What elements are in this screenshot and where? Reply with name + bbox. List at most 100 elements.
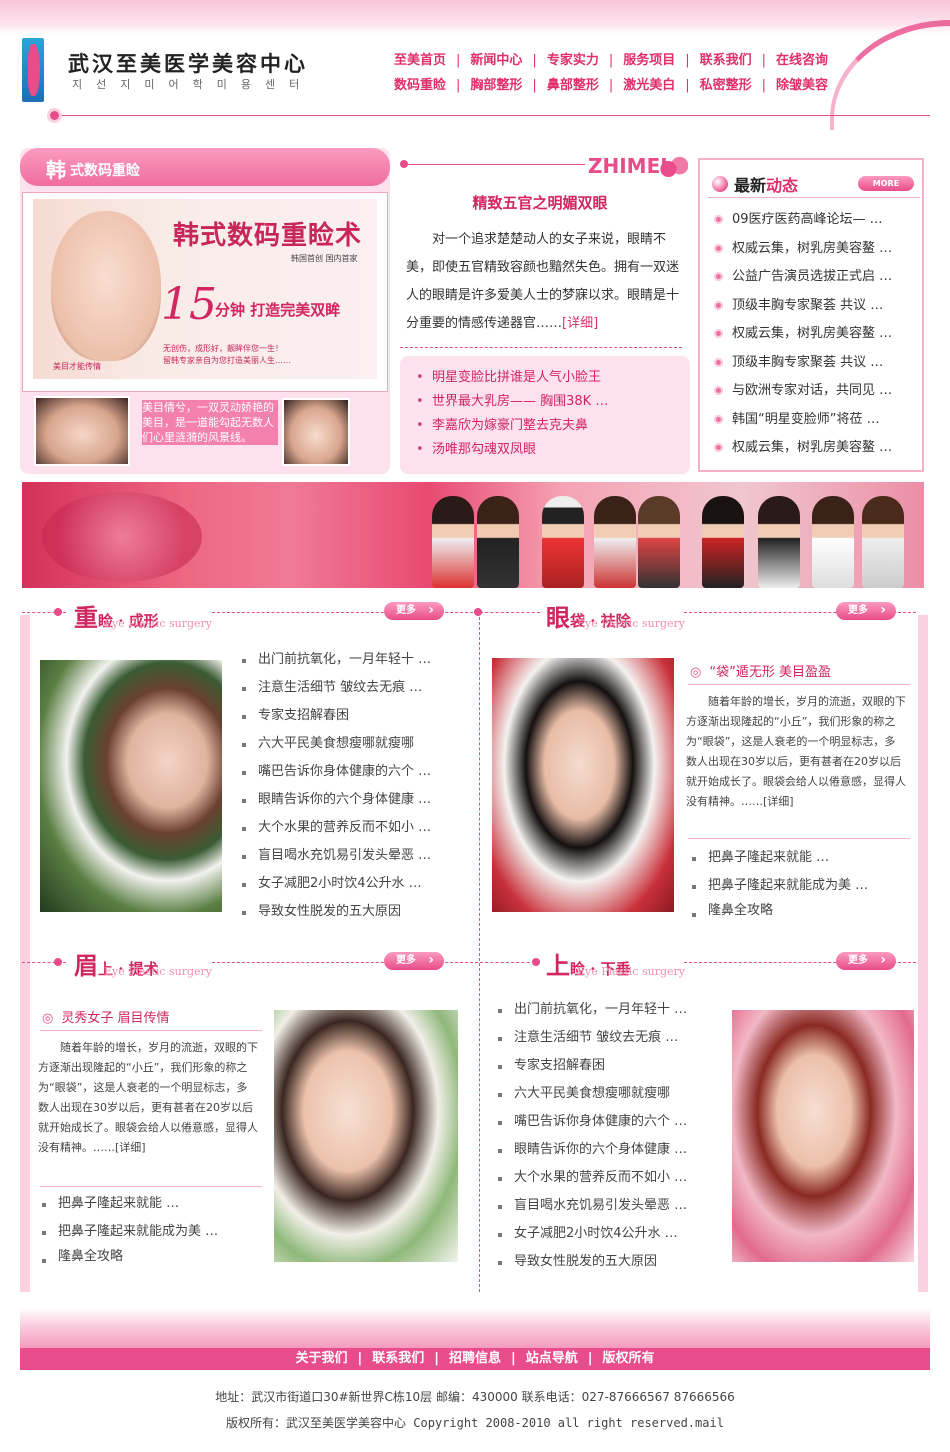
list-item[interactable]: 出门前抗氧化，一月年轻十 …: [240, 646, 460, 674]
nav-services[interactable]: 服务项目: [623, 53, 675, 68]
news-item[interactable]: 与欧洲专家对话，共同见 …: [710, 377, 920, 406]
news-item[interactable]: 韩国“明星变脸师”将莅 …: [710, 406, 920, 435]
feature-box-header: 韩 式数码重睑: [20, 148, 390, 186]
model-figure: [432, 496, 474, 588]
list-item[interactable]: 明星变脸比拼谁是人气小脸王: [414, 366, 676, 390]
feature-banner[interactable]: 韩式数码重睑术 韩国首创 国内首家 15 分钟 打造完美双眸 无创伤，成形好，靓…: [22, 192, 388, 392]
banner-minutes: 分钟 打造完美双眸: [215, 301, 341, 319]
section-photo[interactable]: [492, 658, 674, 912]
list-item[interactable]: 眼睛告诉你的六个身体健康 …: [240, 786, 460, 814]
nav-private[interactable]: 私密整形: [700, 78, 752, 93]
list-item[interactable]: 隆鼻全攻略: [690, 900, 910, 922]
main-nav-row1: 至美首页 | 新闻中心 | 专家实力 | 服务项目 | 联系我们 | 在线咨询: [394, 53, 829, 68]
list-item[interactable]: 李嘉欣为嫁豪门整去克夫鼻: [414, 414, 676, 438]
list-item[interactable]: 嘴巴告诉你身体健康的六个 …: [496, 1108, 722, 1136]
section-divider-dot: [54, 608, 62, 616]
nav-breast[interactable]: 胸部整形: [470, 78, 522, 93]
nav-home[interactable]: 至美首页: [394, 53, 446, 68]
list-item[interactable]: 注意生活细节 皱纹去无痕 …: [496, 1024, 722, 1052]
section-paragraph: 随着年龄的增长，岁月的流逝，双眼的下方逐渐出现隆起的“小丘”，我们形象的称之为“…: [38, 1041, 258, 1154]
list-item[interactable]: 汤唯那勾魂双凤眼: [414, 438, 676, 462]
news-item[interactable]: 权威云集，树乳房美容鳌 …: [710, 434, 920, 463]
section-more-button[interactable]: 更多: [384, 952, 444, 970]
list-item[interactable]: 盲目喝水充饥易引发头晕恶 …: [240, 842, 460, 870]
list-item[interactable]: 把鼻子隆起来就能成为美 …: [40, 1218, 260, 1246]
list-item[interactable]: 专家支招解春困: [240, 702, 460, 730]
list-item[interactable]: 把鼻子隆起来就能 …: [690, 844, 910, 872]
list-item[interactable]: 盲目喝水充饥易引发头晕恶 …: [496, 1192, 722, 1220]
footer-link-contact[interactable]: 联系我们: [372, 1351, 424, 1366]
footer-link-sitemap[interactable]: 站点导航: [526, 1351, 578, 1366]
section-more-button[interactable]: 更多: [384, 602, 444, 620]
list-item[interactable]: 眼睛告诉你的六个身体健康 …: [496, 1136, 722, 1164]
models-banner[interactable]: [22, 482, 924, 588]
header-divider-dot: [50, 111, 59, 120]
section-photo[interactable]: [274, 1010, 458, 1262]
news-more-button[interactable]: MORE: [858, 176, 914, 191]
nav-consult[interactable]: 在线咨询: [776, 53, 828, 68]
section-more-button[interactable]: 更多: [836, 952, 896, 970]
news-item[interactable]: 权威云集，树乳房美容鳌 …: [710, 320, 920, 349]
list-item[interactable]: 六大平民美食想瘦哪就瘦哪: [240, 730, 460, 758]
list-item[interactable]: 大个水果的营养反而不如小 …: [496, 1164, 722, 1192]
nav-experts[interactable]: 专家实力: [547, 53, 599, 68]
footer-wave: [20, 1308, 930, 1348]
news-item[interactable]: 顶级丰胸专家聚荟 共议 …: [710, 292, 920, 321]
section-subtitle: Eye Plastic surgery: [577, 965, 685, 978]
news-title: 最新动态: [734, 172, 798, 196]
list-item[interactable]: 把鼻子隆起来就能 …: [40, 1190, 260, 1218]
list-item[interactable]: 世界最大乳房—— 胸围38K …: [414, 390, 676, 414]
section-divider-dot: [54, 958, 62, 966]
logo-subtitle: 지선지미어학미용센터: [72, 78, 314, 91]
footer-link-copyright[interactable]: 版权所有: [603, 1351, 655, 1366]
zhimei-brand: ZHIMEI: [588, 154, 668, 178]
site-logo[interactable]: 武汉至美医学美容中心 지선지미어학미용센터: [22, 38, 352, 104]
middle-divider: [400, 164, 585, 165]
thumb-photo-1[interactable]: [34, 396, 130, 466]
article-body: 对一个追求楚楚动人的女子来说，眼睛不美，即使五官精致容颜也黯然失色。拥有一双迷人…: [406, 232, 680, 331]
nav-news[interactable]: 新闻中心: [470, 53, 522, 68]
news-list: 09医疗医药高峰论坛— … 权威云集，树乳房美容鳌 … 公益广告演员选拔正式启 …: [710, 206, 920, 463]
list-item[interactable]: 导致女性脱发的五大原因: [496, 1248, 722, 1276]
section-more-button[interactable]: 更多: [836, 602, 896, 620]
list-item[interactable]: 女子减肥2小时饮4公升水 …: [496, 1220, 722, 1248]
footer-link-about[interactable]: 关于我们: [295, 1351, 347, 1366]
sections-left-border: [20, 615, 30, 1292]
footer-link-jobs[interactable]: 招聘信息: [449, 1351, 501, 1366]
banner-brand: 美目才能传情: [53, 362, 101, 371]
article-detail-link[interactable]: [详细]: [562, 316, 598, 331]
list-item[interactable]: 嘴巴告诉你身体健康的六个 …: [240, 758, 460, 786]
section-headline[interactable]: 灵秀女子 眉目传情: [42, 1007, 169, 1026]
list-item[interactable]: 出门前抗氧化，一月年轻十 …: [496, 996, 722, 1024]
nav-double-eyelid[interactable]: 数码重睑: [394, 78, 446, 93]
news-item[interactable]: 权威云集，树乳房美容鳌 …: [710, 235, 920, 264]
list-item[interactable]: 把鼻子隆起来就能成为美 …: [690, 872, 910, 900]
nav-wrinkle[interactable]: 除皱美容: [776, 78, 828, 93]
news-item[interactable]: 09医疗医药高峰论坛— …: [710, 206, 920, 235]
list-item[interactable]: 六大平民美食想瘦哪就瘦哪: [496, 1080, 722, 1108]
footer-address: 地址：武汉市街道口30#新世界C栋10层 邮编：430000 联系电话：027-…: [215, 1390, 735, 1404]
nav-laser[interactable]: 激光美白: [623, 78, 675, 93]
feature-head-big: 韩: [46, 158, 66, 182]
section-photo[interactable]: [732, 1010, 914, 1262]
news-item[interactable]: 公益广告演员选拔正式启 …: [710, 263, 920, 292]
list-item[interactable]: 专家支招解春困: [496, 1052, 722, 1080]
middle-link-list: 明星变脸比拼谁是人气小脸王 世界最大乳房—— 胸围38K … 李嘉欣为嫁豪门整去…: [400, 356, 690, 474]
list-item[interactable]: 隆鼻全攻略: [40, 1246, 260, 1268]
logo-title: 武汉至美医学美容中心: [68, 51, 308, 76]
article-title[interactable]: 精致五官之明媚双眼: [400, 192, 680, 213]
section-list: 出门前抗氧化，一月年轻十 … 注意生活细节 皱纹去无痕 … 专家支招解春困 六大…: [240, 646, 460, 926]
list-item[interactable]: 女子减肥2小时饮4公升水 …: [240, 870, 460, 898]
model-figure: [477, 496, 519, 588]
list-item[interactable]: 导致女性脱发的五大原因: [240, 898, 460, 926]
logo-mark-icon: [22, 38, 44, 102]
news-item[interactable]: 顶级丰胸专家聚荟 共议 …: [710, 349, 920, 378]
list-item[interactable]: 大个水果的营养反而不如小 …: [240, 814, 460, 842]
nav-nose[interactable]: 鼻部整形: [547, 78, 599, 93]
thumb-photo-2[interactable]: [282, 398, 350, 466]
section-photo[interactable]: [40, 660, 222, 912]
section-headline[interactable]: “袋”遁无形 美目盈盈: [690, 661, 831, 680]
list-item[interactable]: 注意生活细节 皱纹去无痕 …: [240, 674, 460, 702]
section-divider: [480, 612, 540, 613]
nav-contact[interactable]: 联系我们: [700, 53, 752, 68]
